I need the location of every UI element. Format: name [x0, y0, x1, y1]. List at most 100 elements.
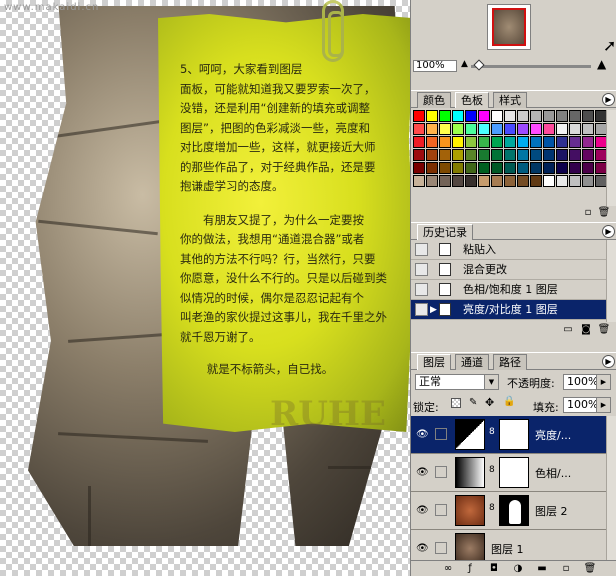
history-brush-source-checkbox[interactable] — [415, 283, 428, 296]
color-swatch[interactable] — [517, 136, 529, 148]
zoom-out-icon[interactable]: ▲ — [461, 59, 468, 69]
color-swatch[interactable] — [504, 123, 516, 135]
color-swatch[interactable] — [452, 149, 464, 161]
layer-link-toggle[interactable] — [435, 428, 447, 440]
navigator-view-box[interactable] — [492, 8, 526, 46]
group-folder-icon[interactable]: ▬ — [535, 563, 549, 575]
history-state-row[interactable]: ▶ 亮度/对比度 1 图层 — [411, 300, 607, 320]
camera-icon[interactable]: ◙ — [579, 324, 593, 336]
zoom-in-icon[interactable]: ▲ — [597, 57, 606, 71]
color-swatch[interactable] — [452, 162, 464, 174]
lock-image-brush-icon[interactable]: ✎ — [469, 397, 477, 408]
color-swatch[interactable] — [426, 136, 438, 148]
color-swatch[interactable] — [413, 175, 425, 187]
layer-link-toggle[interactable] — [435, 504, 447, 516]
triangle-menu-icon[interactable]: ▶ — [602, 355, 615, 368]
color-swatch[interactable] — [530, 162, 542, 174]
tab-channels[interactable]: 通道 — [455, 354, 489, 370]
color-swatch[interactable] — [504, 110, 516, 122]
color-swatch[interactable] — [517, 149, 529, 161]
zoom-slider-track[interactable] — [471, 65, 591, 68]
color-swatch[interactable] — [426, 149, 438, 161]
opacity-field[interactable]: 100% ▶ — [563, 374, 611, 390]
color-swatch[interactable] — [413, 149, 425, 161]
color-swatch[interactable] — [478, 136, 490, 148]
layer-row[interactable]: 👁 8 色相/... — [411, 454, 607, 492]
color-swatch[interactable] — [569, 136, 581, 148]
color-swatch[interactable] — [439, 162, 451, 174]
document-canvas[interactable]: www.makaidi.cn 5、呵呵，大家看到图层 面板，可能就知道我又要罗索… — [0, 0, 410, 576]
color-swatch[interactable] — [452, 136, 464, 148]
color-swatch[interactable] — [413, 136, 425, 148]
color-swatch[interactable] — [543, 175, 555, 187]
history-state-row[interactable]: 粘贴入 — [411, 240, 607, 260]
color-swatch[interactable] — [569, 110, 581, 122]
eye-icon[interactable]: 👁 — [416, 429, 429, 440]
layer-style-icon[interactable]: ƒ — [463, 563, 477, 575]
tab-history[interactable]: 历史记录 — [417, 224, 473, 240]
color-swatch[interactable] — [530, 123, 542, 135]
color-swatch[interactable] — [491, 175, 503, 187]
color-swatch[interactable] — [452, 175, 464, 187]
layer-link-toggle[interactable] — [435, 542, 447, 554]
history-brush-source-checkbox[interactable] — [415, 263, 428, 276]
color-swatch[interactable] — [465, 162, 477, 174]
trash-icon[interactable]: 🗑 — [597, 324, 611, 336]
layer-mask-icon[interactable]: ◘ — [487, 563, 501, 575]
layer-link-toggle[interactable] — [435, 466, 447, 478]
lock-transparency-icon[interactable] — [451, 398, 461, 408]
color-swatch[interactable] — [556, 123, 568, 135]
color-swatch[interactable] — [569, 162, 581, 174]
zoom-slider-handle[interactable] — [473, 59, 485, 71]
new-document-from-state-icon[interactable]: ▭ — [561, 324, 575, 336]
color-swatch[interactable] — [517, 175, 529, 187]
layer-row[interactable]: 👁 8 亮度/... — [411, 416, 607, 454]
color-swatch[interactable] — [491, 123, 503, 135]
color-swatch[interactable] — [426, 110, 438, 122]
chain-link-icon[interactable]: 8 — [489, 465, 495, 475]
color-swatch[interactable] — [504, 175, 516, 187]
color-swatch[interactable] — [413, 123, 425, 135]
color-swatch[interactable] — [582, 123, 594, 135]
color-swatch[interactable] — [582, 175, 594, 187]
color-swatch[interactable] — [426, 123, 438, 135]
history-brush-source-checkbox[interactable] — [415, 303, 428, 316]
color-swatch[interactable] — [478, 162, 490, 174]
navigator-thumbnail[interactable] — [487, 4, 531, 50]
history-state-row[interactable]: 混合更改 — [411, 260, 607, 280]
history-brush-source-checkbox[interactable] — [415, 243, 428, 256]
new-layer-icon[interactable]: ▫ — [559, 563, 573, 575]
adjustment-layer-icon[interactable]: ◑ — [511, 563, 525, 575]
color-swatch[interactable] — [491, 149, 503, 161]
blend-mode-select[interactable]: 正常 ▼ — [415, 374, 499, 390]
eye-icon[interactable]: 👁 — [416, 467, 429, 478]
tab-swatches[interactable]: 色板 — [455, 92, 489, 108]
color-swatch[interactable] — [543, 162, 555, 174]
color-swatch[interactable] — [556, 110, 568, 122]
lock-position-move-icon[interactable]: ✥ — [485, 396, 494, 409]
color-swatch[interactable] — [517, 162, 529, 174]
color-swatch[interactable] — [478, 123, 490, 135]
color-swatch[interactable] — [569, 149, 581, 161]
color-swatch[interactable] — [465, 136, 477, 148]
color-swatch[interactable] — [439, 136, 451, 148]
trash-icon[interactable]: 🗑 — [597, 207, 611, 219]
color-swatch[interactable] — [491, 136, 503, 148]
color-swatch[interactable] — [530, 136, 542, 148]
color-swatch[interactable] — [465, 123, 477, 135]
color-swatch[interactable] — [517, 110, 529, 122]
color-swatch[interactable] — [543, 136, 555, 148]
new-swatch-icon[interactable]: ▫ — [581, 207, 595, 219]
color-swatch[interactable] — [582, 162, 594, 174]
tab-paths[interactable]: 路径 — [493, 354, 527, 370]
color-swatch[interactable] — [452, 123, 464, 135]
color-swatch[interactable] — [582, 110, 594, 122]
color-swatch[interactable] — [569, 175, 581, 187]
color-swatch[interactable] — [556, 175, 568, 187]
trash-icon[interactable]: 🗑 — [583, 563, 597, 575]
layer-row[interactable]: 👁 8 图层 2 — [411, 492, 607, 530]
eye-icon[interactable]: 👁 — [416, 505, 429, 516]
swatches-scrollbar[interactable] — [606, 110, 616, 206]
color-swatch[interactable] — [556, 149, 568, 161]
color-swatch[interactable] — [478, 110, 490, 122]
